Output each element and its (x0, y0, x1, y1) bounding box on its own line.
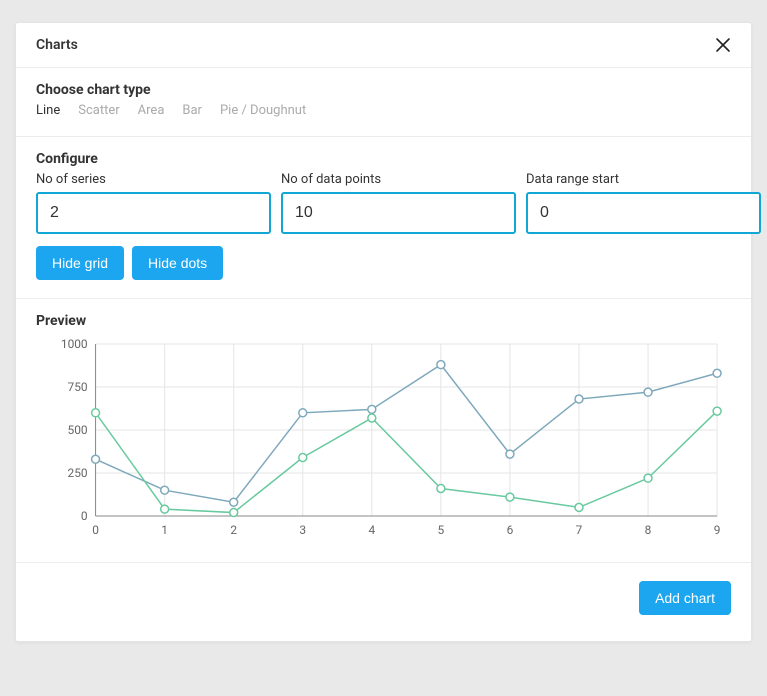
configure-buttons: Hide grid Hide dots (36, 246, 731, 280)
label-series: No of series (36, 172, 271, 187)
modal-header: Charts (16, 23, 751, 68)
input-series[interactable] (36, 192, 271, 234)
configure-title: Configure (36, 151, 731, 167)
svg-text:4: 4 (368, 523, 375, 537)
svg-text:8: 8 (645, 523, 652, 537)
svg-text:7: 7 (576, 523, 583, 537)
chart-preview: 0 250 500 750 1000 0 1 2 3 4 5 6 7 8 9 (36, 334, 731, 544)
svg-text:500: 500 (68, 423, 88, 437)
field-range-start: Data range start (526, 172, 761, 234)
svg-text:5: 5 (438, 523, 445, 537)
tab-pie-doughnut[interactable]: Pie / Doughnut (220, 103, 306, 118)
svg-text:1: 1 (161, 523, 168, 537)
configure-section: Configure No of series No of data points… (16, 137, 751, 299)
svg-text:9: 9 (714, 523, 721, 537)
preview-section: Preview 0 250 500 750 1000 0 1 2 3 4 5 6 7 8 9 (16, 299, 751, 563)
configure-fields: No of series No of data points Data rang… (36, 172, 731, 234)
svg-text:0: 0 (92, 523, 99, 537)
label-points: No of data points (281, 172, 516, 187)
choose-chart-type-section: Choose chart type Line Scatter Area Bar … (16, 68, 751, 137)
svg-text:6: 6 (507, 523, 514, 537)
field-points: No of data points (281, 172, 516, 234)
modal-title: Charts (36, 37, 78, 53)
input-range-start[interactable] (526, 192, 761, 234)
svg-text:1000: 1000 (61, 337, 88, 351)
preview-title: Preview (36, 313, 731, 329)
tab-area[interactable]: Area (138, 103, 165, 118)
add-chart-button[interactable]: Add chart (639, 581, 731, 615)
modal-footer: Add chart (16, 563, 751, 641)
close-icon[interactable] (715, 37, 731, 53)
svg-text:750: 750 (68, 380, 88, 394)
tab-scatter[interactable]: Scatter (78, 103, 119, 118)
svg-text:0: 0 (81, 509, 88, 523)
svg-text:250: 250 (68, 466, 88, 480)
tab-line[interactable]: Line (36, 103, 60, 118)
svg-text:3: 3 (299, 523, 306, 537)
input-points[interactable] (281, 192, 516, 234)
field-series: No of series (36, 172, 271, 234)
svg-text:2: 2 (230, 523, 237, 537)
label-range-start: Data range start (526, 172, 761, 187)
choose-chart-type-title: Choose chart type (36, 82, 731, 98)
hide-grid-button[interactable]: Hide grid (36, 246, 124, 280)
charts-modal: Charts Choose chart type Line Scatter Ar… (15, 22, 752, 642)
chart-type-tabs: Line Scatter Area Bar Pie / Doughnut (36, 103, 731, 118)
hide-dots-button[interactable]: Hide dots (132, 246, 223, 280)
tab-bar[interactable]: Bar (182, 103, 202, 118)
